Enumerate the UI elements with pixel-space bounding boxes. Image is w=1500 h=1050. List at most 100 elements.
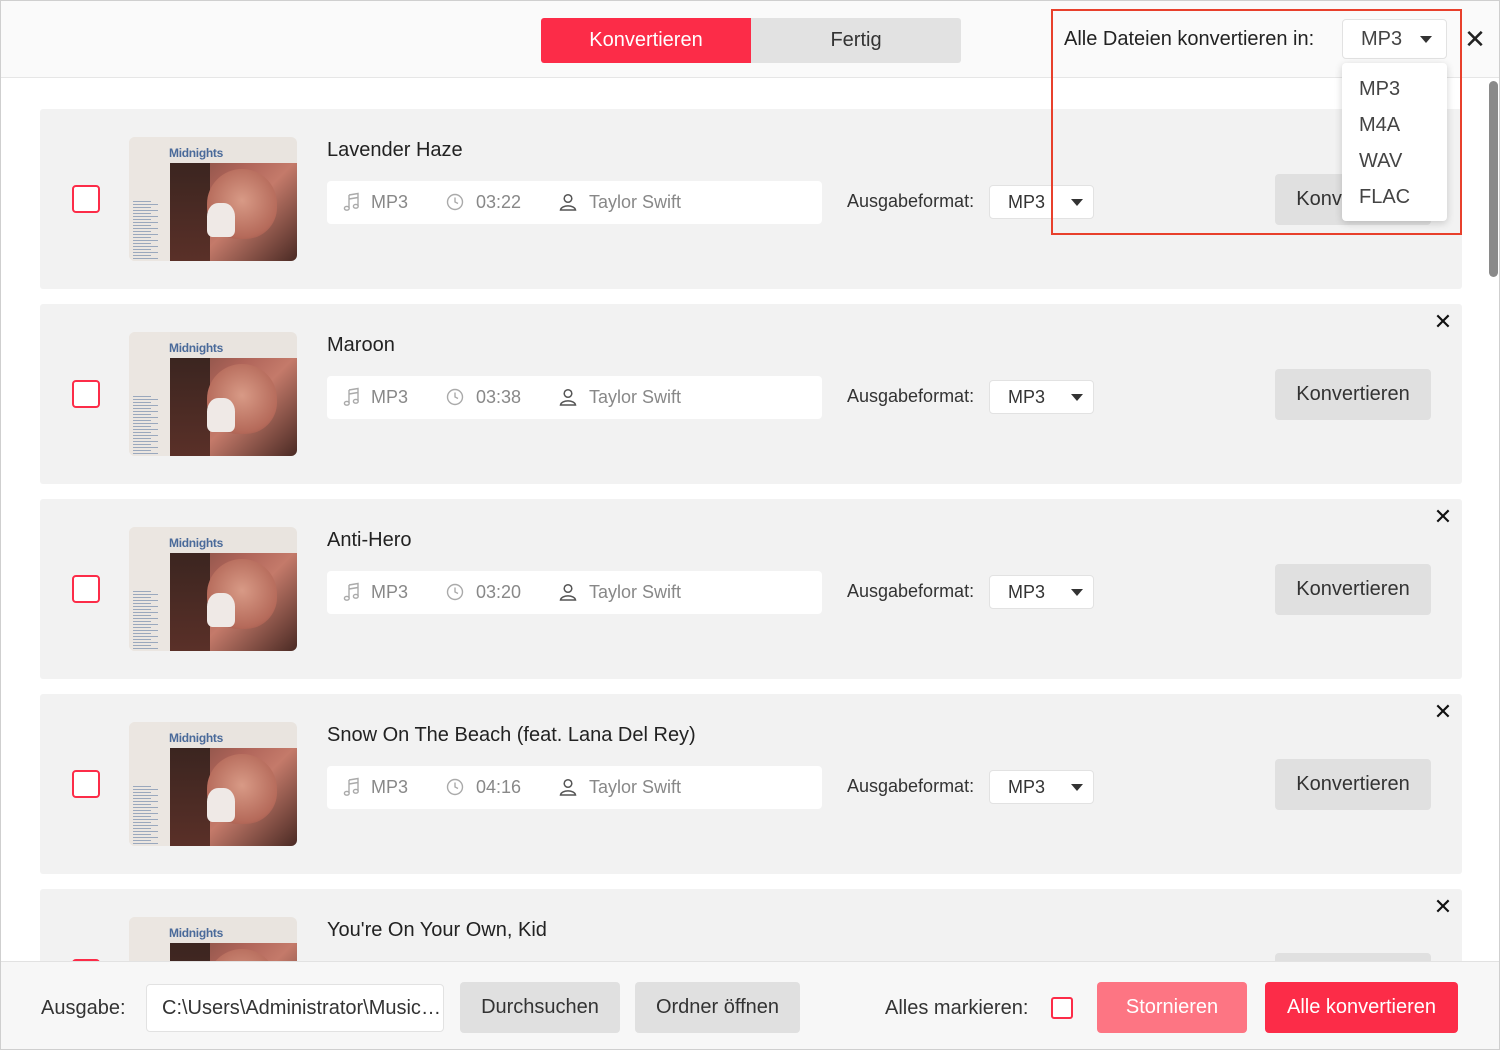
cover-title: Midnights (169, 536, 223, 550)
all-format-select[interactable]: MP3 (1342, 19, 1447, 59)
dropdown-option-flac[interactable]: FLAC (1342, 179, 1447, 215)
cancel-button[interactable]: Stornieren (1097, 982, 1247, 1033)
tracklist-line (133, 810, 151, 811)
track-checkbox[interactable] (72, 380, 100, 408)
tracklist-line (133, 816, 151, 817)
track-title: Anti-Hero (327, 529, 412, 551)
convert-all-button[interactable]: Alle konvertieren (1265, 982, 1458, 1033)
convert-button[interactable]: Konvertieren (1275, 564, 1431, 615)
tracklist-line (133, 813, 158, 814)
cover-hair (170, 358, 210, 456)
track-meta: MP3 03:22 Taylor Swift (327, 181, 822, 224)
tracklist-line (133, 231, 151, 232)
track-format: MP3 (371, 192, 409, 212)
tracklist-line (133, 621, 151, 622)
output-format-value: MP3 (1008, 192, 1046, 212)
track-checkbox[interactable] (72, 575, 100, 603)
clock-icon (445, 387, 465, 407)
chevron-down-icon (1071, 589, 1083, 596)
output-format-select[interactable]: MP3 (989, 770, 1094, 804)
user-icon (558, 192, 578, 212)
browse-button[interactable]: Durchsuchen (460, 982, 620, 1033)
cover-title: Midnights (169, 731, 223, 745)
track-checkbox[interactable] (72, 770, 100, 798)
track-duration: 03:22 (476, 192, 522, 212)
tracklist-line (133, 786, 151, 787)
tracklist-line (133, 258, 158, 259)
footer-bar: Ausgabe: C:\Users\Administrator\Music\Au… (1, 961, 1499, 1049)
track-title: Snow On The Beach (feat. Lana Del Rey) (327, 724, 696, 746)
tracklist-line (133, 444, 151, 445)
tracklist-line (133, 612, 158, 613)
scroll-thumb[interactable] (1489, 81, 1498, 277)
convert-button[interactable]: Konvertieren (1275, 759, 1431, 810)
track-meta: MP3 03:20 Taylor Swift (327, 571, 822, 614)
tracklist-line (133, 789, 158, 790)
view-tabs: Konvertieren Fertig (541, 18, 961, 63)
track-row: Midnights Lavender Haze MP3 03:22 Taylor Swi… (40, 109, 1462, 289)
output-format-select[interactable]: MP3 (989, 185, 1094, 219)
dropdown-option-m4a[interactable]: M4A (1342, 107, 1447, 143)
dropdown-option-mp3[interactable]: MP3 (1342, 71, 1447, 107)
tracklist-line (133, 807, 158, 808)
cover-hair (170, 553, 210, 651)
track-title: Lavender Haze (327, 139, 463, 161)
convert-button[interactable]: Konvertieren (1275, 953, 1431, 961)
close-icon[interactable]: ✕ (1463, 25, 1487, 53)
cover-hair (170, 943, 210, 961)
track-artist: Taylor Swift (589, 582, 682, 602)
track-checkbox[interactable] (72, 185, 100, 213)
chevron-down-icon (1420, 36, 1432, 43)
tracklist-line (133, 627, 151, 628)
tracklist-line (133, 408, 151, 409)
top-bar: Konvertieren Fertig Alle Dateien konvert… (1, 1, 1499, 78)
track-artist: Taylor Swift (589, 777, 682, 797)
tab-fertig[interactable]: Fertig (751, 18, 961, 63)
tracklist-line (133, 252, 158, 253)
track-duration: 03:20 (476, 582, 522, 602)
chevron-down-icon (1071, 784, 1083, 791)
select-all-checkbox[interactable] (1051, 997, 1073, 1019)
tracklist-line (133, 396, 151, 397)
track-meta: MP3 04:16 Taylor Swift (327, 766, 822, 809)
close-icon[interactable]: ✕ (1432, 505, 1454, 529)
tracklist-line (133, 414, 151, 415)
tracklist-line (133, 438, 151, 439)
close-icon[interactable]: ✕ (1432, 700, 1454, 724)
output-path-field[interactable]: C:\Users\Administrator\Music\AudiFab (146, 984, 444, 1032)
close-icon[interactable]: ✕ (1432, 310, 1454, 334)
clock-icon (445, 777, 465, 797)
scrollbar[interactable] (1486, 79, 1499, 961)
track-row: Midnights Anti-Hero MP3 03:20 Taylor Swift Au… (40, 499, 1462, 679)
cover-hair (170, 163, 210, 261)
tracklist-line (133, 228, 158, 229)
track-artist: Taylor Swift (589, 387, 682, 407)
tracklist-line (133, 447, 158, 448)
dropdown-option-wav[interactable]: WAV (1342, 143, 1447, 179)
tracklist-line (133, 405, 158, 406)
convert-button[interactable]: Konvertieren (1275, 369, 1431, 420)
tracklist-line (133, 792, 151, 793)
track-list: Midnights Lavender Haze MP3 03:22 Taylor Swi… (1, 79, 1486, 961)
track-title: You're On Your Own, Kid (327, 919, 547, 941)
track-meta: MP3 03:38 Taylor Swift (327, 376, 822, 419)
tracklist-line (133, 642, 158, 643)
album-cover: Midnights (129, 722, 297, 846)
open-folder-button[interactable]: Ordner öffnen (635, 982, 800, 1033)
tracklist-line (133, 609, 151, 610)
tracklist-line (133, 243, 151, 244)
tab-konvertieren[interactable]: Konvertieren (541, 18, 751, 63)
output-label: Ausgabe: (41, 997, 126, 1019)
output-format-select[interactable]: MP3 (989, 380, 1094, 414)
track-row: Midnights Snow On The Beach (feat. Lana D… (40, 694, 1462, 874)
output-format-select[interactable]: MP3 (989, 575, 1094, 609)
converter-window: Konvertieren Fertig Alle Dateien konvert… (0, 0, 1500, 1050)
tracklist-line (133, 591, 151, 592)
output-format-value: MP3 (1008, 582, 1046, 602)
tracklist-line (133, 201, 151, 202)
track-row: Midnights You're On Your Own, Kid Konverti… (40, 889, 1462, 961)
close-icon[interactable]: ✕ (1432, 895, 1454, 919)
tracklist-line (133, 450, 151, 451)
tracklist-line (133, 606, 158, 607)
tracklist-line (133, 828, 151, 829)
